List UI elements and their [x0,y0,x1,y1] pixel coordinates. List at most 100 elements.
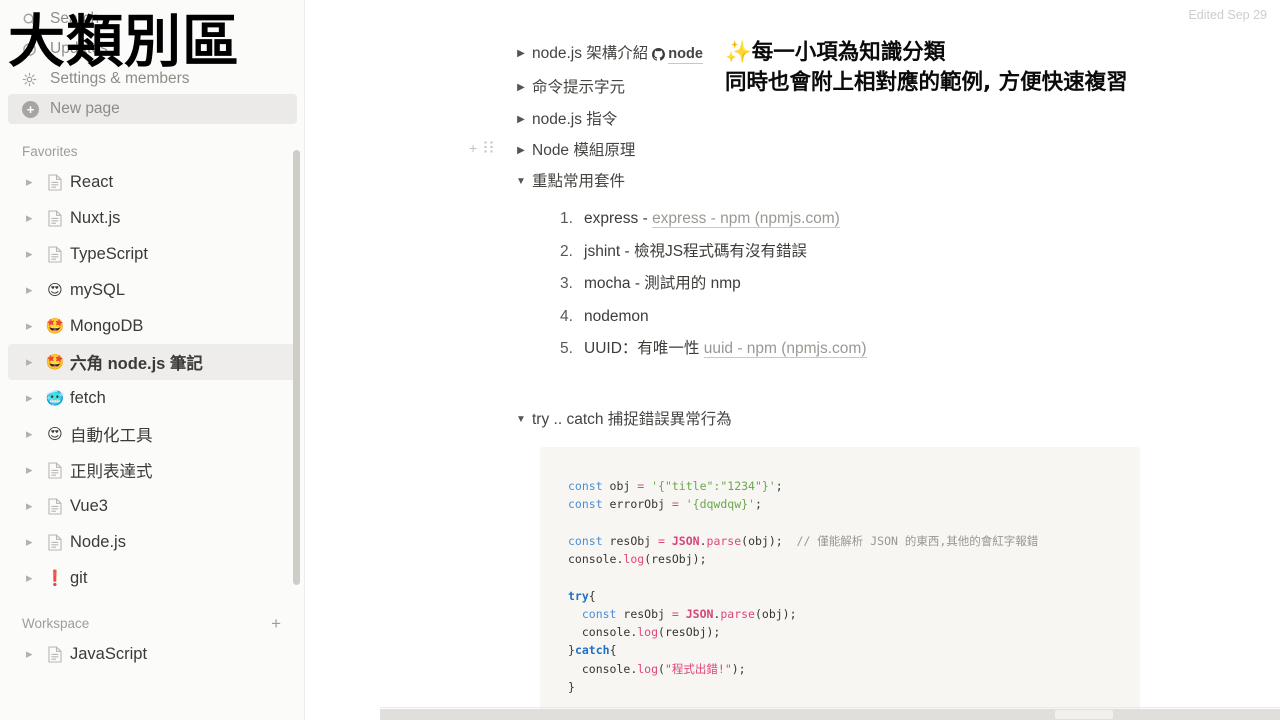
sidebar-item-label: Vue3 [70,496,108,515]
code-token: = [671,606,679,621]
sidebar-item-liujiao-nodejs-notes[interactable]: ▸ 🤩 六角 node.js 筆記 [8,344,297,380]
chevron-right-icon[interactable]: ▸ [26,246,42,262]
chevron-right-icon[interactable]: ▸ [26,646,42,662]
sidebar-item-git[interactable]: ▸ ❗ git [8,560,297,596]
sidebar-item-label: MongoDB [70,316,144,335]
code-block[interactable]: const obj = '{"title":"1234"}'; const er… [540,446,1140,720]
horizontal-scrollbar-track[interactable] [380,709,1280,720]
sidebar-item-label: JavaScript [70,644,148,663]
star-struck-emoji-icon: 🤩 [45,354,65,371]
toggle-label: try .. catch 捕捉錯誤異常行為 [532,410,732,428]
sidebar-item-label: fetch [70,388,106,407]
chevron-right-icon[interactable]: ▸ [26,390,42,406]
favorites-label: Favorites [22,143,78,159]
code-token: } [568,679,575,694]
sidebar-item-fetch[interactable]: ▸ 🥶 fetch [8,380,297,416]
plus-circle-icon: + [22,100,44,118]
toggle-label: node.js 架構介紹 node [532,42,703,68]
chevron-right-icon[interactable]: ▸ [26,498,42,514]
sidebar-item-nuxtjs[interactable]: ▸ Nuxt.js [8,200,297,236]
add-workspace-page-icon[interactable]: + [271,615,283,632]
express-npm-link[interactable]: express - npm (npmjs.com) [652,210,840,229]
code-token: { [588,588,596,603]
triangle-down-icon[interactable]: ▼ [510,170,532,189]
sidebar-item-react[interactable]: ▸ React [8,164,297,200]
sidebar-search[interactable]: Search [8,4,297,34]
code-token: parse [706,533,742,548]
code-token: '{dqwdqw}' [678,497,755,512]
list-item: jshint - 檢視JS程式碼有沒有錯誤 [554,236,1280,268]
code-token: resObj [616,606,672,621]
code-token: const [568,497,603,512]
uuid-npm-link[interactable]: uuid - npm (npmjs.com) [703,340,867,359]
star-struck-emoji-icon: 🤩 [45,318,65,335]
chevron-right-icon[interactable]: ▸ [26,210,42,226]
list-item: nodemon [554,301,1280,333]
toggle-nodejs-commands[interactable]: ▶ node.js 指令 [510,104,1280,135]
add-block-icon[interactable]: + [469,141,477,155]
page-icon [42,173,68,191]
notion-app-window: Search Updates Settings & members + New … [0,0,1280,720]
node-mention-label[interactable]: node [668,46,703,64]
triangle-right-icon[interactable]: ▶ [510,42,532,61]
sidebar-scrollbar[interactable] [293,150,300,585]
chevron-right-icon[interactable]: ▸ [26,534,42,550]
sidebar-new-page[interactable]: + New page [8,94,297,124]
sidebar-item-vue3[interactable]: ▸ Vue3 [8,488,297,524]
sidebar-item-automation-tools[interactable]: ▸ 😍 自動化工具 [8,416,297,452]
sidebar-settings-label: Settings & members [50,70,190,87]
code-token: ); [731,661,746,676]
sidebar-settings-members[interactable]: Settings & members [8,64,297,94]
drag-handle-icon[interactable] [484,140,494,153]
toggle-command-prompt[interactable]: ▶ 命令提示字元 [510,72,1280,103]
sidebar: Search Updates Settings & members + New … [0,0,305,720]
code-token: obj [602,478,638,493]
code-token: '{"title":"1234"}' [644,478,776,493]
block-handles: + [469,140,494,155]
packages-numbered-list: express - express - npm (npmjs.com) jshi… [554,203,1280,365]
triangle-right-icon[interactable]: ▶ [510,108,532,127]
toggle-key-common-packages[interactable]: ▼ 重點常用套件 [510,166,1280,197]
chevron-right-icon[interactable]: ▸ [26,282,42,298]
code-token: "程式出錯!" [664,661,732,676]
sidebar-item-nodejs[interactable]: ▸ Node.js [8,524,297,560]
chevron-right-icon[interactable]: ▸ [26,354,42,370]
chevron-right-icon[interactable]: ▸ [26,462,42,478]
toggle-nodejs-architecture[interactable]: ▶ node.js 架構介紹 node [510,38,1280,72]
sidebar-item-regex[interactable]: ▸ 正則表達式 [8,452,297,488]
sidebar-item-mysql[interactable]: ▸ 😍 mySQL [8,272,297,308]
code-token: ; [775,478,783,493]
toggle-label: Node 模組原理 [532,141,636,159]
favorites-section-header: Favorites [0,138,305,164]
search-icon [22,12,44,27]
chevron-right-icon[interactable]: ▸ [26,318,42,334]
sidebar-item-typescript[interactable]: ▸ TypeScript [8,236,297,272]
toggle-trycatch[interactable]: ▼ try .. catch 捕捉錯誤異常行為 [510,404,1280,435]
code-token: const [568,533,603,548]
code-token: (resObj); [658,625,721,640]
code-token: (resObj); [644,551,707,566]
chevron-right-icon[interactable]: ▸ [26,426,42,442]
triangle-right-icon[interactable]: ▶ [510,139,532,158]
sidebar-item-mongodb[interactable]: ▸ 🤩 MongoDB [8,308,297,344]
triangle-down-icon[interactable]: ▼ [510,408,532,427]
code-token: ( [658,661,665,676]
toggle-label: 命令提示字元 [532,79,626,97]
sidebar-item-javascript[interactable]: ▸ JavaScript [8,636,297,672]
triangle-right-icon[interactable]: ▶ [510,76,532,95]
chevron-right-icon[interactable]: ▸ [26,570,42,586]
heart-eyes-emoji-icon: 😍 [47,282,63,299]
horizontal-scrollbar-thumb[interactable] [1055,710,1113,719]
content-bottom-divider [380,707,1280,708]
chevron-right-icon[interactable]: ▸ [26,174,42,190]
sidebar-item-label: TypeScript [70,244,148,263]
page-icon [42,209,68,227]
sidebar-search-label: Search [50,10,100,27]
sidebar-item-label: Nuxt.js [70,208,121,227]
list-item-text: UUID：有唯一性 [584,340,704,358]
sidebar-item-label: mySQL [70,280,126,299]
sidebar-updates[interactable]: Updates [8,34,297,64]
toggle-label: 重點常用套件 [532,173,626,190]
toggle-node-module-principles[interactable]: + ▶ Node 模組原理 [469,135,1280,166]
list-item-text: nodemon [584,307,649,325]
